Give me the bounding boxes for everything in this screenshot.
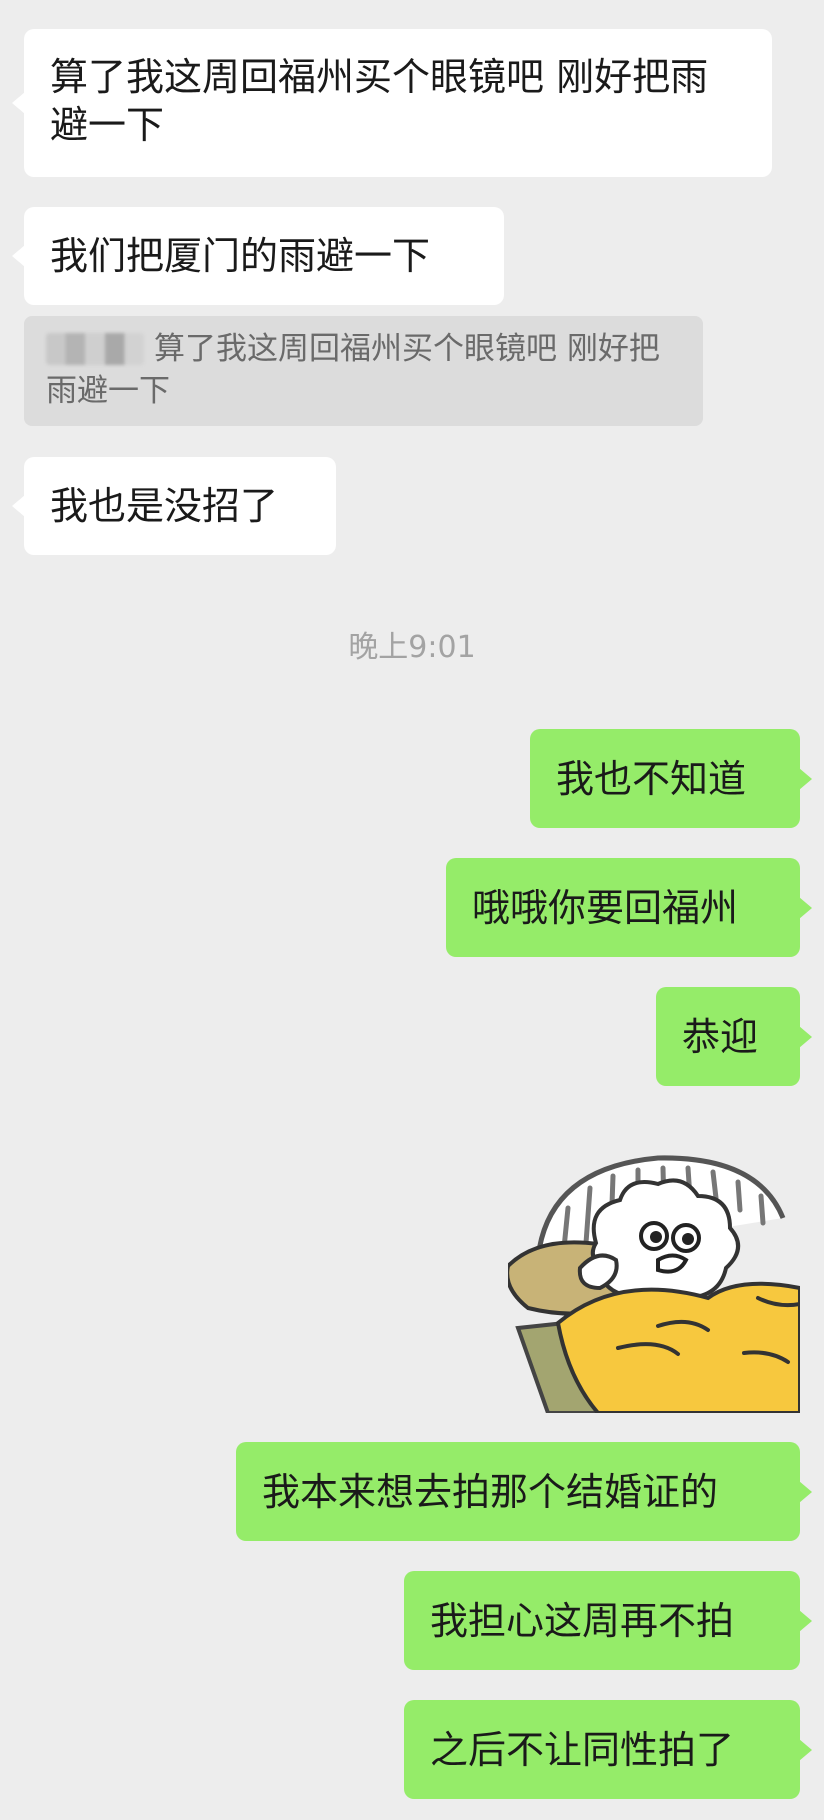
- message-bubble-sent[interactable]: 我担心这周再不拍: [404, 1571, 812, 1670]
- blurred-sender-name: [46, 333, 144, 365]
- message-text: 我担心这周再不拍: [430, 1598, 735, 1643]
- message-bubble-received[interactable]: 我们把厦门的雨避一下: [12, 207, 504, 305]
- sleepy-cartoon-sticker-icon[interactable]: [508, 1148, 800, 1413]
- message-bubble-sent[interactable]: 我本来想去拍那个结婚证的: [236, 1442, 812, 1541]
- message-bubble-received[interactable]: 算了我这周回福州买个眼镜吧 刚好把雨避一下: [12, 29, 772, 177]
- message-text: 恭迎: [682, 1014, 759, 1059]
- chat-window: 算了我这周回福州买个眼镜吧 刚好把雨避一下 我们把厦门的雨避一下 算了我这周回福…: [0, 0, 824, 1820]
- message-bubble-received[interactable]: 我也是没招了: [12, 457, 336, 555]
- message-text: 我们把厦门的雨避一下: [50, 234, 431, 278]
- message-text: 我也是没招了: [50, 484, 279, 528]
- quoted-reply[interactable]: 算了我这周回福州买个眼镜吧 刚好把雨避一下: [24, 316, 703, 426]
- message-bubble-sent[interactable]: 恭迎: [656, 987, 812, 1086]
- message-bubble-sent[interactable]: 之后不让同性拍了: [404, 1700, 812, 1799]
- message-bubble-sent[interactable]: 哦哦你要回福州: [446, 858, 812, 957]
- timestamp: 晚上9:01: [348, 630, 476, 665]
- message-text: 算了我这周回福州买个眼镜吧 刚好把雨避一下: [50, 55, 709, 147]
- message-text: 我也不知道: [556, 756, 747, 801]
- message-text: 之后不让同性拍了: [430, 1727, 735, 1772]
- message-text: 我本来想去拍那个结婚证的: [262, 1469, 719, 1514]
- message-text: 哦哦你要回福州: [472, 885, 739, 930]
- message-bubble-sent[interactable]: 我也不知道: [530, 729, 812, 828]
